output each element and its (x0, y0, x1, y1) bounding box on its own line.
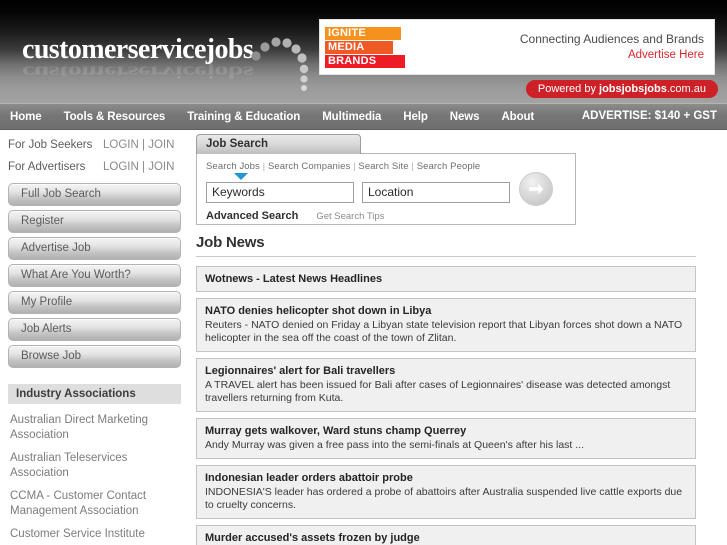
location-input[interactable] (362, 181, 510, 203)
tab-job-search[interactable]: Job Search (196, 134, 361, 154)
sidebar-section-industry-associations: Industry Associations (8, 384, 181, 404)
powered-by-prefix: Powered by (537, 83, 600, 95)
account-row-advertisers: For Advertisers LOGIN | JOIN (8, 161, 186, 173)
powered-by-suffix: .com.au (666, 83, 706, 95)
account-label-job-seekers: For Job Seekers (8, 139, 93, 151)
ad-tagline: Connecting Audiences and Brands (519, 32, 704, 46)
account-row-job-seekers: For Job Seekers LOGIN | JOIN (8, 139, 186, 151)
nav-item-training-education[interactable]: Training & Education (176, 111, 311, 123)
advanced-search-link[interactable]: Advanced Search (206, 210, 298, 222)
powered-by-brand: jobsjobsjobs (599, 83, 667, 95)
active-scope-triangle-icon (234, 173, 248, 180)
advertise-here-link[interactable]: Advertise Here (423, 47, 704, 63)
job-news-section: Job News Wotnews - Latest News Headlines… (196, 234, 696, 545)
search-scope-people[interactable]: Search People (417, 161, 481, 172)
join-link-job-seekers[interactable]: JOIN (148, 139, 174, 151)
news-item-murray[interactable]: Murray gets walkover, Ward stuns champ Q… (196, 418, 696, 459)
sidebar-button-advertise-job[interactable]: Advertise Job (8, 237, 181, 260)
get-search-tips-link[interactable]: Get Search Tips (316, 211, 384, 222)
association-link-teleservices[interactable]: Australian Teleservices Association (8, 451, 181, 480)
news-source-header: Wotnews - Latest News Headlines (196, 266, 696, 292)
logo-dot-arc-icon (251, 37, 309, 91)
nav-item-about[interactable]: About (490, 111, 545, 123)
job-news-title: Job News (196, 234, 265, 251)
association-link-csi[interactable]: Customer Service Institute (8, 527, 181, 542)
account-label-advertisers: For Advertisers (8, 161, 86, 173)
scope-sep-3: | (408, 161, 417, 172)
job-search-panel: Job Search Search Jobs | Search Companie… (196, 134, 576, 225)
keywords-input[interactable] (206, 181, 354, 203)
search-fields-row (206, 172, 575, 206)
nav-advertise-price[interactable]: ADVERTISE: $140 + GST (582, 104, 717, 129)
imb-line-brands: BRANDS (325, 54, 405, 68)
powered-by-badge[interactable]: Powered by jobsjobsjobs.com.au (525, 80, 718, 98)
news-headline: Murder accused's assets frozen by judge (205, 532, 420, 544)
association-link-ccma[interactable]: CCMA - Customer Contact Management Assoc… (8, 489, 181, 518)
news-item-legionnaires[interactable]: Legionnaires' alert for Bali travellers … (196, 358, 696, 412)
search-submit-button[interactable] (519, 172, 553, 206)
left-sidebar: For Job Seekers LOGIN | JOIN For Adverti… (0, 130, 186, 542)
login-link-job-seekers[interactable]: LOGIN (103, 139, 139, 151)
nav-item-multimedia[interactable]: Multimedia (311, 111, 392, 123)
search-scope-site[interactable]: Search Site (358, 161, 408, 172)
search-scope-links: Search Jobs | Search Companies | Search … (206, 161, 575, 172)
news-item-indonesia[interactable]: Indonesian leader orders abattoir probe … (196, 465, 696, 519)
join-link-advertisers[interactable]: JOIN (148, 161, 174, 173)
news-headline: NATO denies helicopter shot down in Liby… (205, 305, 432, 317)
sidebar-button-job-alerts[interactable]: Job Alerts (8, 318, 181, 341)
ignite-media-brands-logo: IGNITE MEDIA BRANDS (325, 26, 423, 68)
search-extra-links: Advanced Search Get Search Tips (206, 210, 575, 222)
account-links-advertisers: LOGIN | JOIN (103, 161, 174, 173)
news-headline: Legionnaires' alert for Bali travellers (205, 365, 396, 377)
news-headline: Indonesian leader orders abattoir probe (205, 472, 413, 484)
arrow-right-icon (529, 183, 544, 195)
advertisement-text: Connecting Audiences and Brands Advertis… (423, 31, 714, 63)
imb-line-ignite: IGNITE (325, 26, 401, 40)
sidebar-button-browse-job[interactable]: Browse Job (8, 345, 181, 368)
page-body: For Job Seekers LOGIN | JOIN For Adverti… (0, 130, 727, 545)
news-summary: Andy Murray was given a free pass into t… (205, 439, 585, 451)
account-links-job-seekers: LOGIN | JOIN (103, 139, 174, 151)
scope-sep-1: | (259, 161, 268, 172)
login-link-advertisers[interactable]: LOGIN (103, 161, 139, 173)
job-news-divider (196, 256, 696, 257)
news-headline: Murray gets walkover, Ward stuns champ Q… (205, 425, 467, 437)
site-logo[interactable]: customerservicejobs customerservicejobs (22, 36, 312, 98)
news-item-nato[interactable]: NATO denies helicopter shot down in Liby… (196, 298, 696, 352)
search-scope-companies[interactable]: Search Companies (268, 161, 350, 172)
main-navigation: Home Tools & Resources Training & Educat… (0, 103, 727, 130)
site-header: customerservicejobs customerservicejobs … (0, 0, 727, 103)
nav-item-news[interactable]: News (439, 111, 491, 123)
search-scope-jobs[interactable]: Search Jobs (206, 161, 260, 172)
sidebar-button-register[interactable]: Register (8, 210, 181, 233)
news-summary: Reuters - NATO denied on Friday a Libyan… (205, 319, 683, 344)
link-separator-advertisers: | (138, 161, 149, 173)
sidebar-button-full-job-search[interactable]: Full Job Search (8, 183, 181, 206)
association-link-admarketing[interactable]: Australian Direct Marketing Association (8, 413, 181, 442)
nav-item-home[interactable]: Home (0, 111, 53, 123)
news-source-label: Wotnews - Latest News Headlines (205, 273, 383, 285)
sidebar-button-my-profile[interactable]: My Profile (8, 291, 181, 314)
advertisement-banner[interactable]: IGNITE MEDIA BRANDS Connecting Audiences… (319, 19, 715, 75)
news-summary: INDONESIA'S leader has ordered a probe o… (205, 486, 683, 511)
link-separator-job-seekers: | (138, 139, 149, 151)
job-search-form: Search Jobs | Search Companies | Search … (196, 153, 576, 225)
nav-item-help[interactable]: Help (392, 111, 439, 123)
news-summary: A TRAVEL alert has been issued for Bali … (205, 379, 671, 404)
sidebar-button-what-are-you-worth[interactable]: What Are You Worth? (8, 264, 181, 287)
imb-line-media: MEDIA (325, 40, 393, 54)
nav-item-tools-resources[interactable]: Tools & Resources (53, 111, 177, 123)
news-item-murder-accused[interactable]: Murder accused's assets frozen by judge … (196, 525, 696, 545)
